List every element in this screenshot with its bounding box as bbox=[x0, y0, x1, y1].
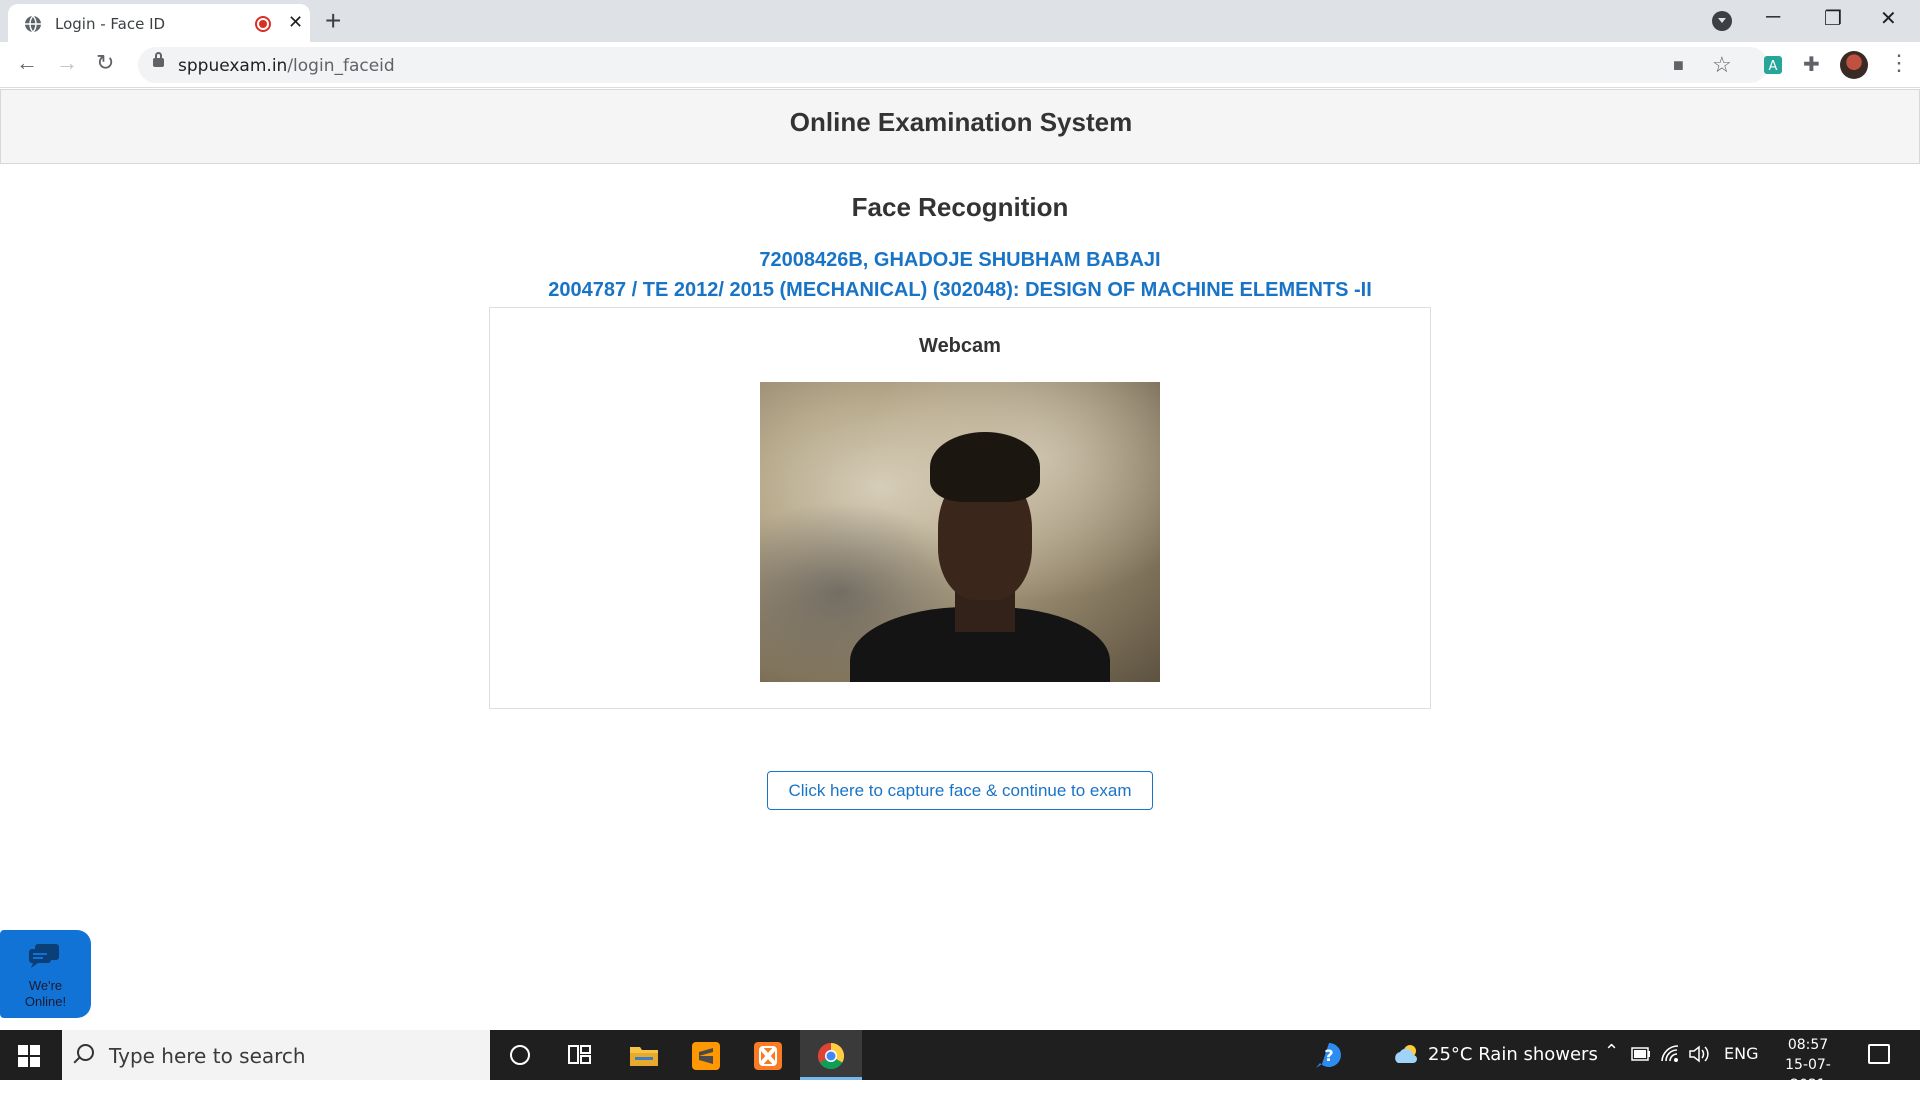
site-header: Online Examination System bbox=[0, 89, 1920, 164]
language-indicator[interactable]: ENG bbox=[1724, 1044, 1758, 1063]
window-minimize-button[interactable]: ─ bbox=[1766, 6, 1780, 29]
clock-date: 15-07-2021 bbox=[1785, 1057, 1831, 1093]
battery-icon[interactable] bbox=[1631, 1047, 1651, 1061]
camera-icon[interactable]: ■ bbox=[1673, 55, 1684, 76]
webcam-panel: Webcam bbox=[489, 307, 1431, 709]
webcam-video-feed bbox=[760, 382, 1160, 682]
search-icon bbox=[77, 1044, 94, 1061]
weather-text[interactable]: 25°C Rain showers bbox=[1428, 1044, 1598, 1065]
browser-tab-active[interactable]: Login - Face ID ✕ bbox=[8, 4, 310, 42]
svg-text:?: ? bbox=[1324, 1046, 1333, 1065]
clock-time: 08:57 bbox=[1787, 1037, 1829, 1053]
svg-text:A: A bbox=[1769, 59, 1778, 74]
reload-button[interactable]: ↻ bbox=[96, 50, 114, 76]
new-tab-button[interactable]: + bbox=[325, 5, 341, 37]
task-view-icon[interactable] bbox=[550, 1030, 610, 1080]
address-bar[interactable]: sppuexam.in/login_faceid ■ ☆ bbox=[138, 47, 1768, 83]
volume-icon[interactable] bbox=[1688, 1044, 1712, 1064]
globe-icon bbox=[25, 15, 41, 33]
student-info: 72008426B, GHADOJE SHUBHAM BABAJI bbox=[759, 249, 1161, 271]
puzzle-icon[interactable]: ✚ bbox=[1803, 52, 1820, 77]
weather-cloud-icon bbox=[1395, 1045, 1417, 1063]
browser-toolbar: ← → ↻ sppuexam.in/login_faceid ■ ☆ A ✚ ⋮ bbox=[0, 42, 1920, 88]
windows-start-icon[interactable] bbox=[18, 1045, 40, 1067]
chrome-icon[interactable] bbox=[800, 1030, 862, 1080]
browser-tab-strip: Login - Face ID ✕ + ─ ❐ ✕ bbox=[0, 0, 1920, 42]
capture-face-button[interactable]: Click here to capture face & continue to… bbox=[767, 771, 1153, 810]
taskbar-search-box[interactable]: Type here to search bbox=[62, 1030, 490, 1080]
site-title: Online Examination System bbox=[789, 107, 1133, 137]
lock-icon[interactable] bbox=[153, 52, 164, 67]
star-icon[interactable]: ☆ bbox=[1712, 52, 1732, 78]
sublime-text-icon[interactable] bbox=[676, 1030, 736, 1080]
tab-close-button[interactable]: ✕ bbox=[288, 12, 303, 33]
forward-button[interactable]: → bbox=[56, 50, 78, 76]
wifi-icon[interactable] bbox=[1660, 1044, 1680, 1064]
web-page: Online Examination System Face Recogniti… bbox=[0, 88, 1920, 1030]
extension-a-icon[interactable]: A bbox=[1762, 54, 1784, 76]
chat-widget-label: We're Online! bbox=[24, 978, 67, 1009]
xampp-icon[interactable] bbox=[738, 1030, 798, 1080]
page-title: Face Recognition bbox=[851, 192, 1069, 222]
menu-icon[interactable]: ⋮ bbox=[1888, 50, 1910, 76]
url-text[interactable]: sppuexam.in/login_faceid bbox=[178, 56, 395, 76]
search-placeholder: Type here to search bbox=[109, 1044, 306, 1068]
notification-center-icon[interactable] bbox=[1868, 1044, 1890, 1064]
back-button[interactable]: ← bbox=[16, 50, 38, 76]
exam-info: 2004787 / TE 2012/ 2015 (MECHANICAL) (30… bbox=[548, 279, 1372, 301]
profile-avatar[interactable] bbox=[1840, 51, 1868, 79]
window-close-button[interactable]: ✕ bbox=[1880, 6, 1897, 31]
window-restore-button[interactable]: ❐ bbox=[1824, 6, 1842, 31]
system-clock[interactable]: 08:57 15-07-2021 bbox=[1768, 1035, 1848, 1095]
tab-title: Login - Face ID bbox=[55, 15, 166, 33]
recording-indicator-icon bbox=[255, 16, 271, 32]
chat-bubble-icon bbox=[29, 944, 59, 968]
webcam-label: Webcam bbox=[919, 335, 1001, 357]
help-icon[interactable]: ? bbox=[1314, 1042, 1344, 1070]
cortana-icon[interactable] bbox=[490, 1030, 550, 1080]
chevron-up-icon[interactable]: ⌃ bbox=[1604, 1041, 1619, 1062]
tab-search-icon[interactable] bbox=[1712, 11, 1732, 31]
windows-taskbar: Type here to search ? 25°C Rain showers … bbox=[0, 1030, 1920, 1093]
file-explorer-icon[interactable] bbox=[614, 1030, 674, 1080]
live-chat-widget[interactable]: We're Online! bbox=[0, 930, 91, 1018]
webcam-person-hair bbox=[930, 432, 1040, 502]
